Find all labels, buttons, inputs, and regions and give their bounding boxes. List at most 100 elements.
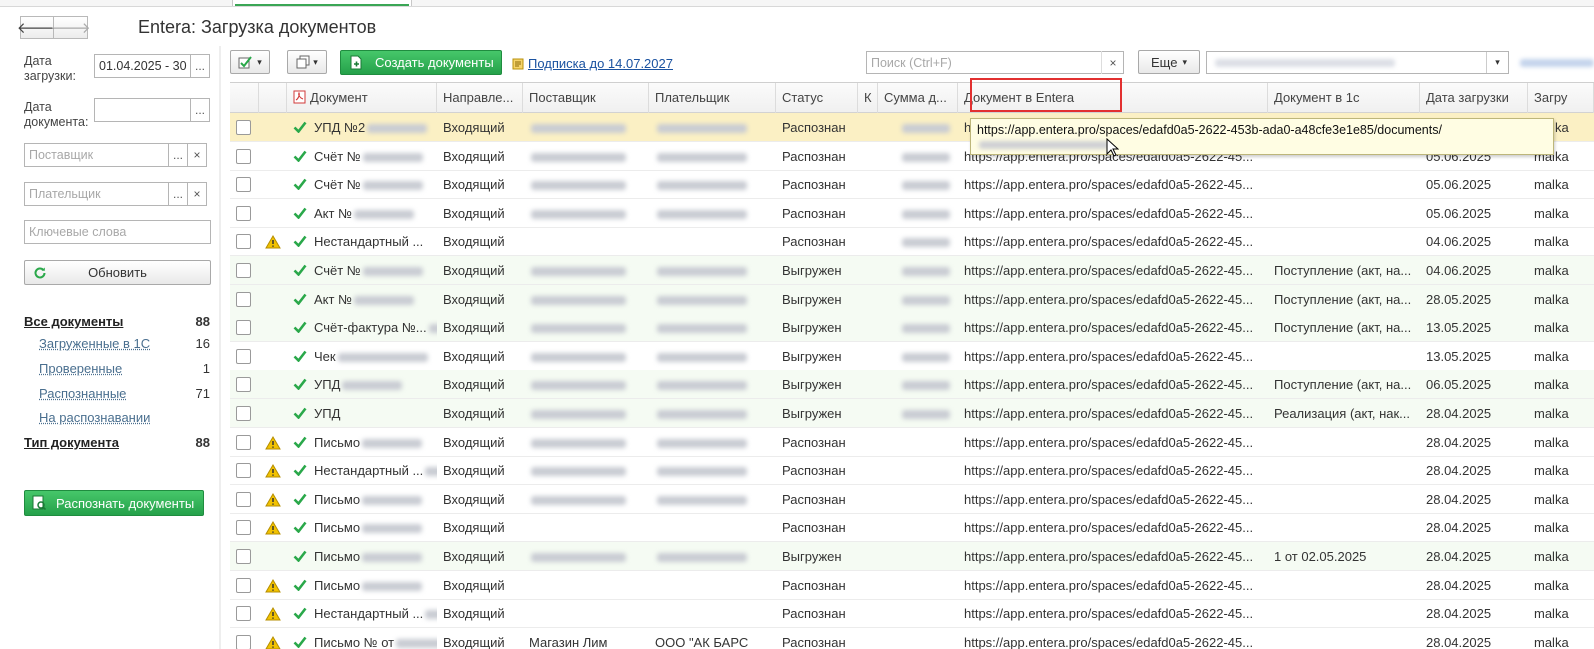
row-checkbox[interactable]: [236, 549, 251, 564]
row-checkbox[interactable]: [236, 320, 251, 336]
doc-date-picker-button[interactable]: ...: [190, 98, 210, 122]
row-checkbox[interactable]: [236, 577, 251, 593]
table-row[interactable]: УПД Входящий Выгружен https://app.entera.pr…: [230, 399, 1594, 428]
mark-menu-button[interactable]: ▾: [230, 50, 270, 74]
row-checkbox-cell[interactable]: [230, 256, 259, 285]
row-entera-link-cell[interactable]: https://app.entera.pro/spaces/edafd0a5-2…: [958, 542, 1268, 571]
col-select-header[interactable]: [230, 83, 259, 113]
col-status-header[interactable]: Статус: [776, 83, 858, 113]
row-entera-link-cell[interactable]: https://app.entera.pro/spaces/edafd0a5-2…: [958, 513, 1268, 542]
row-1c-document-cell[interactable]: [1268, 456, 1420, 485]
row-1c-document-cell[interactable]: Реализация (акт, нак...: [1268, 399, 1420, 428]
row-checkbox[interactable]: [236, 491, 251, 507]
row-document-cell[interactable]: Письмо: [287, 542, 437, 571]
row-checkbox[interactable]: [236, 205, 251, 221]
row-checkbox-cell[interactable]: [230, 599, 259, 628]
row-checkbox[interactable]: [236, 177, 251, 193]
row-entera-link-cell[interactable]: https://app.entera.pro/spaces/edafd0a5-2…: [958, 342, 1268, 371]
row-document-cell[interactable]: Письмо: [287, 428, 437, 457]
row-document-cell[interactable]: УПД: [287, 399, 437, 428]
table-row[interactable]: Письмо Входящий Распознан https://app.enter…: [230, 485, 1594, 514]
back-button[interactable]: 🡐: [17, 16, 57, 39]
row-1c-document-cell[interactable]: [1268, 227, 1420, 256]
table-row[interactable]: Нестандартный ... Входящий Распознан https:…: [230, 227, 1594, 257]
row-1c-document-cell[interactable]: [1268, 170, 1420, 199]
table-row[interactable]: Письмо Входящий Распознан https://app.enter…: [230, 571, 1594, 600]
row-checkbox[interactable]: [236, 434, 251, 450]
search-input[interactable]: Поиск (Ctrl+F): [866, 51, 1124, 74]
row-checkbox[interactable]: [236, 348, 251, 364]
row-checkbox[interactable]: [236, 148, 251, 164]
row-1c-document-cell[interactable]: [1268, 628, 1420, 649]
table-row[interactable]: Счёт № Входящий Распознан https://app.enter…: [230, 170, 1594, 200]
row-checkbox[interactable]: [236, 520, 251, 536]
row-1c-document-cell[interactable]: Поступление (акт, на...: [1268, 285, 1420, 314]
row-1c-document-cell[interactable]: [1268, 571, 1420, 600]
doc-date-input[interactable]: [94, 98, 191, 122]
col-uploader-header[interactable]: Загру: [1528, 83, 1594, 113]
row-entera-link-cell[interactable]: https://app.entera.pro/spaces/edafd0a5-2…: [958, 456, 1268, 485]
row-entera-link-cell[interactable]: https://app.entera.pro/spaces/edafd0a5-2…: [958, 227, 1268, 256]
col-payer-header[interactable]: Плательщик: [649, 83, 776, 113]
col-supplier-header[interactable]: Поставщик: [523, 83, 649, 113]
row-checkbox-cell[interactable]: [230, 428, 259, 457]
row-checkbox[interactable]: [236, 463, 251, 479]
refresh-button[interactable]: Обновить: [24, 260, 211, 285]
row-document-cell[interactable]: УПД: [287, 370, 437, 399]
payer-clear-button[interactable]: ×: [187, 182, 207, 206]
table-row[interactable]: Акт № Входящий Выгружен https://app.entera.…: [230, 284, 1594, 314]
row-document-cell[interactable]: Письмо: [287, 485, 437, 514]
row-document-cell[interactable]: Письмо: [287, 513, 437, 542]
row-checkbox[interactable]: [236, 634, 251, 649]
col-upload-date-header[interactable]: Дата загрузки: [1420, 83, 1528, 113]
col-k-header[interactable]: К: [858, 83, 878, 113]
row-checkbox-cell[interactable]: [230, 199, 259, 228]
row-1c-document-cell[interactable]: [1268, 342, 1420, 371]
row-1c-document-cell[interactable]: [1268, 199, 1420, 228]
row-document-cell[interactable]: Счёт-фактура №...: [287, 313, 437, 342]
row-checkbox-cell[interactable]: [230, 399, 259, 428]
row-checkbox-cell[interactable]: [230, 170, 259, 199]
table-row[interactable]: Нестандартный ... Входящий Распознан https:…: [230, 456, 1594, 486]
payer-input[interactable]: Плательщик: [24, 182, 169, 206]
row-1c-document-cell[interactable]: 1 от 02.05.2025: [1268, 542, 1420, 571]
row-document-cell[interactable]: Счёт №: [287, 170, 437, 199]
col-amount-header[interactable]: Сумма д...: [878, 83, 958, 113]
row-document-cell[interactable]: Письмо: [287, 571, 437, 600]
col-1c-document-header[interactable]: Документ в 1с: [1268, 83, 1420, 113]
create-documents-button[interactable]: Создать документы: [340, 50, 502, 75]
row-entera-link-cell[interactable]: https://app.entera.pro/spaces/edafd0a5-2…: [958, 485, 1268, 514]
nav-doc-type[interactable]: Тип документа: [24, 435, 119, 450]
table-row[interactable]: Письмо Входящий Выгружен https://app.entera…: [230, 542, 1594, 571]
table-row[interactable]: УПД Входящий Выгружен https://app.entera.pr…: [230, 370, 1594, 400]
supplier-select-button[interactable]: ...: [168, 143, 188, 167]
row-checkbox[interactable]: [236, 291, 251, 307]
keywords-input[interactable]: Ключевые слова: [24, 220, 211, 244]
row-checkbox-cell[interactable]: [230, 370, 259, 399]
row-document-cell[interactable]: Нестандартный ...: [287, 456, 437, 485]
row-checkbox-cell[interactable]: [230, 456, 259, 485]
row-checkbox[interactable]: [236, 263, 251, 278]
row-entera-link-cell[interactable]: https://app.entera.pro/spaces/edafd0a5-2…: [958, 313, 1268, 342]
upload-date-input[interactable]: 01.04.2025 - 30: [94, 54, 191, 78]
row-entera-link-cell[interactable]: https://app.entera.pro/spaces/edafd0a5-2…: [958, 256, 1268, 285]
col-status-icon-header[interactable]: [259, 83, 287, 113]
row-checkbox-cell[interactable]: [230, 285, 259, 314]
table-row[interactable]: Чек Входящий Выгружен https://app.entera.pr…: [230, 342, 1594, 371]
row-checkbox-cell[interactable]: [230, 571, 259, 600]
user-link-redacted[interactable]: [1520, 59, 1594, 67]
row-checkbox-cell[interactable]: [230, 485, 259, 514]
row-1c-document-cell[interactable]: [1268, 599, 1420, 628]
nav-all-documents[interactable]: Все документы: [24, 314, 123, 329]
row-checkbox-cell[interactable]: [230, 142, 259, 171]
supplier-clear-button[interactable]: ×: [187, 143, 207, 167]
row-entera-link-cell[interactable]: https://app.entera.pro/spaces/edafd0a5-2…: [958, 599, 1268, 628]
row-entera-link-cell[interactable]: https://app.entera.pro/spaces/edafd0a5-2…: [958, 199, 1268, 228]
row-1c-document-cell[interactable]: [1268, 428, 1420, 457]
table-row[interactable]: Письмо № от Входящий Магазин Лим ООО "АК БА…: [230, 628, 1594, 649]
panel-splitter[interactable]: [219, 46, 221, 649]
row-checkbox-cell[interactable]: [230, 513, 259, 542]
col-document-header[interactable]: Документ: [287, 83, 437, 113]
nav-recognized[interactable]: Распознанные: [39, 386, 126, 401]
row-document-cell[interactable]: Акт №: [287, 285, 437, 314]
